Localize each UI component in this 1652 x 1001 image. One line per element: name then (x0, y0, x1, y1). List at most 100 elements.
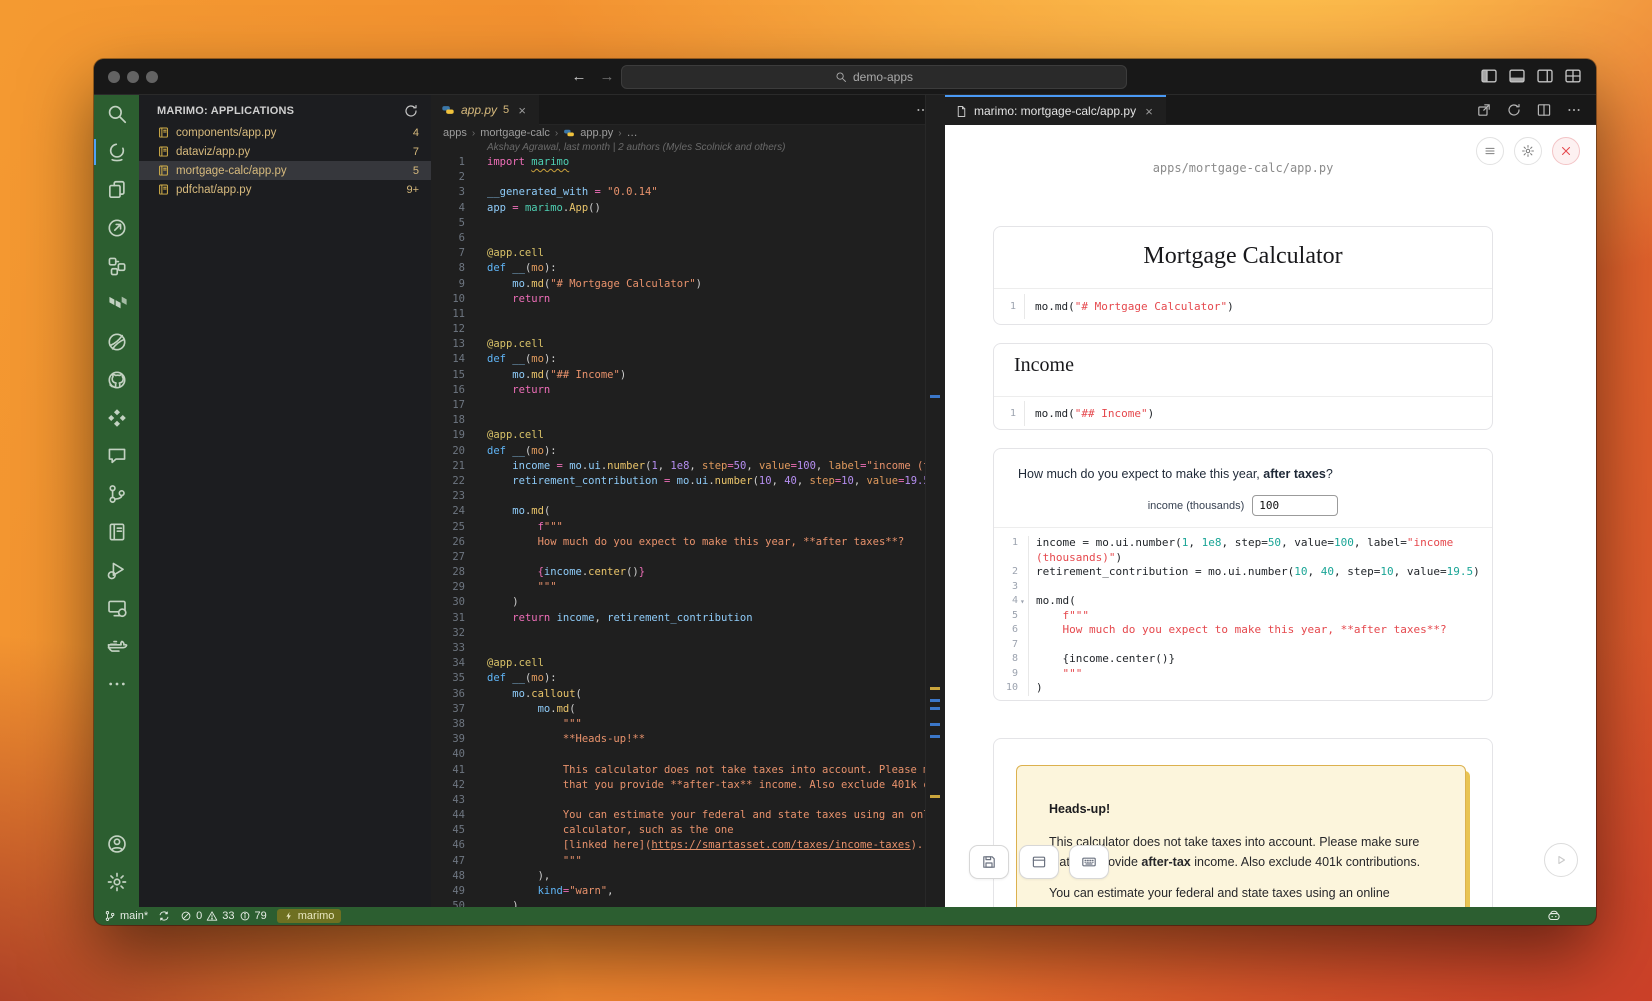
code-line[interactable]: 36 mo.callout( (431, 687, 945, 702)
sidebar-item-mortgage-calc-app-py[interactable]: mortgage-calc/app.py5 (139, 161, 431, 180)
activity-item-settings[interactable] (94, 863, 139, 901)
code-line[interactable]: 29 """ (431, 580, 945, 595)
keyboard-shortcuts-button[interactable] (1069, 845, 1109, 879)
activity-item-copy-files[interactable] (94, 171, 139, 209)
bell-icon[interactable] (1573, 910, 1586, 923)
panel-button[interactable] (1019, 845, 1059, 879)
history-forward-button[interactable]: → (598, 68, 616, 86)
code-line[interactable]: 3__generated_with = "0.0.14" (431, 185, 945, 200)
code-line[interactable]: 26 How much do you expect to make this y… (431, 535, 945, 550)
code-line[interactable]: 9 mo.md("# Mortgage Calculator") (431, 277, 945, 292)
code-line[interactable]: 24 mo.md( (431, 504, 945, 519)
command-center-search[interactable]: demo-apps (621, 65, 1127, 89)
reload-preview-icon[interactable] (1506, 102, 1522, 118)
cell-code-block[interactable]: 1income = mo.ui.number(1, 1e8, step=50, … (994, 527, 1492, 700)
code-line[interactable]: 47 """ (431, 854, 945, 869)
git-sync-button[interactable] (158, 910, 170, 922)
code-line[interactable]: 42 that you provide **after-tax** income… (431, 778, 945, 793)
code-line[interactable]: 12 (431, 322, 945, 337)
activity-item-components[interactable] (94, 247, 139, 285)
code-line[interactable]: 30 ) (431, 595, 945, 610)
sidebar-item-components-app-py[interactable]: components/app.py4 (139, 123, 431, 142)
activity-item-extensions[interactable] (94, 399, 139, 437)
code-line[interactable]: 5 (431, 216, 945, 231)
code-line[interactable]: 16 return (431, 383, 945, 398)
code-line[interactable]: 14def __(mo): (431, 352, 945, 367)
activity-item-github[interactable] (94, 361, 139, 399)
code-line[interactable]: 23 (431, 489, 945, 504)
customize-layout-icon[interactable] (1564, 67, 1582, 85)
breadcrumb-item[interactable]: apps (443, 127, 467, 139)
code-line[interactable]: 1import marimo (431, 155, 945, 170)
code-line[interactable]: 19@app.cell (431, 428, 945, 443)
code-line[interactable]: 43 (431, 793, 945, 808)
code-line[interactable]: 20def __(mo): (431, 444, 945, 459)
code-line[interactable]: 34@app.cell (431, 656, 945, 671)
code-line[interactable]: 7@app.cell (431, 246, 945, 261)
code-line[interactable]: 28 {income.center()} (431, 565, 945, 580)
code-line[interactable]: 40 (431, 747, 945, 762)
activity-item-more[interactable] (94, 665, 139, 703)
cell-code[interactable]: 1 mo.md("# Mortgage Calculator") (994, 288, 1492, 324)
activity-item-marimo[interactable] (94, 133, 139, 171)
activity-item-docker[interactable] (94, 627, 139, 665)
tab-app-py[interactable]: app.py 5 × (431, 95, 539, 125)
app-shutdown-button[interactable] (1552, 137, 1580, 165)
open-external-icon[interactable] (1476, 102, 1492, 118)
code-line[interactable]: 50 ) (431, 899, 945, 907)
breadcrumb-item[interactable]: app.py (580, 127, 613, 139)
activity-item-terraform[interactable] (94, 285, 139, 323)
more-actions-icon[interactable] (1566, 102, 1582, 118)
app-settings-button[interactable] (1514, 137, 1542, 165)
code-line[interactable]: 4app = marimo.App() (431, 201, 945, 216)
code-line[interactable]: 22 retirement_contribution = mo.ui.numbe… (431, 474, 945, 489)
code-line[interactable]: 15 mo.md("## Income") (431, 368, 945, 383)
toggle-secondary-sidebar-icon[interactable] (1536, 67, 1554, 85)
code-line[interactable]: 32 (431, 626, 945, 641)
split-editor-icon[interactable] (1536, 102, 1552, 118)
code-line[interactable]: 11 (431, 307, 945, 322)
copilot-icon[interactable] (1547, 909, 1561, 923)
breadcrumb-item[interactable]: … (627, 127, 638, 139)
activity-item-debug[interactable] (94, 551, 139, 589)
code-line[interactable]: 17 (431, 398, 945, 413)
code-line[interactable]: 44 You can estimate your federal and sta… (431, 808, 945, 823)
run-app-button[interactable] (1544, 843, 1578, 877)
breadcrumb[interactable]: apps›mortgage-calc›app.py›… (443, 125, 638, 141)
code-line[interactable]: 45 calculator, such as the one (431, 823, 945, 838)
code-line[interactable]: 48 ), (431, 869, 945, 884)
code-line[interactable]: 49 kind="warn", (431, 884, 945, 899)
activity-item-comments[interactable] (94, 437, 139, 475)
code-line[interactable]: 18 (431, 413, 945, 428)
code-line[interactable]: 37 mo.md( (431, 702, 945, 717)
toggle-panel-icon[interactable] (1508, 67, 1526, 85)
history-back-button[interactable]: ← (570, 68, 588, 86)
sidebar-item-pdfchat-app-py[interactable]: pdfchat/app.py9+ (139, 180, 431, 199)
activity-item-notebook[interactable] (94, 513, 139, 551)
code-line[interactable]: 31 return income, retirement_contributio… (431, 611, 945, 626)
minimap[interactable] (925, 95, 945, 907)
activity-item-git-graph[interactable] (94, 475, 139, 513)
tab-close-icon[interactable]: × (515, 103, 529, 118)
activity-item-leaf[interactable] (94, 323, 139, 361)
code-line[interactable]: 2 (431, 170, 945, 185)
code-line[interactable]: 27 (431, 550, 945, 565)
marimo-server-status[interactable]: marimo (277, 909, 342, 923)
activity-item-run-circle[interactable] (94, 209, 139, 247)
code-line[interactable]: 38 """ (431, 717, 945, 732)
traffic-zoom-button[interactable] (146, 71, 158, 83)
code-line[interactable]: 13@app.cell (431, 337, 945, 352)
activity-item-account[interactable] (94, 825, 139, 863)
code-line[interactable]: 35def __(mo): (431, 671, 945, 686)
code-line[interactable]: 10 return (431, 292, 945, 307)
toggle-primary-sidebar-icon[interactable] (1480, 67, 1498, 85)
activity-item-remote-explorer[interactable] (94, 589, 139, 627)
code-line[interactable]: 8def __(mo): (431, 261, 945, 276)
code-line[interactable]: 39 **Heads-up!** (431, 732, 945, 747)
traffic-close-button[interactable] (108, 71, 120, 83)
problems-status[interactable]: 0 33 79 (180, 910, 267, 922)
code-line[interactable]: 25 f""" (431, 520, 945, 535)
code-editor[interactable]: 1import marimo23__generated_with = "0.0.… (431, 155, 945, 907)
cell-code[interactable]: 1 mo.md("## Income") (994, 396, 1492, 429)
code-line[interactable]: 33 (431, 641, 945, 656)
